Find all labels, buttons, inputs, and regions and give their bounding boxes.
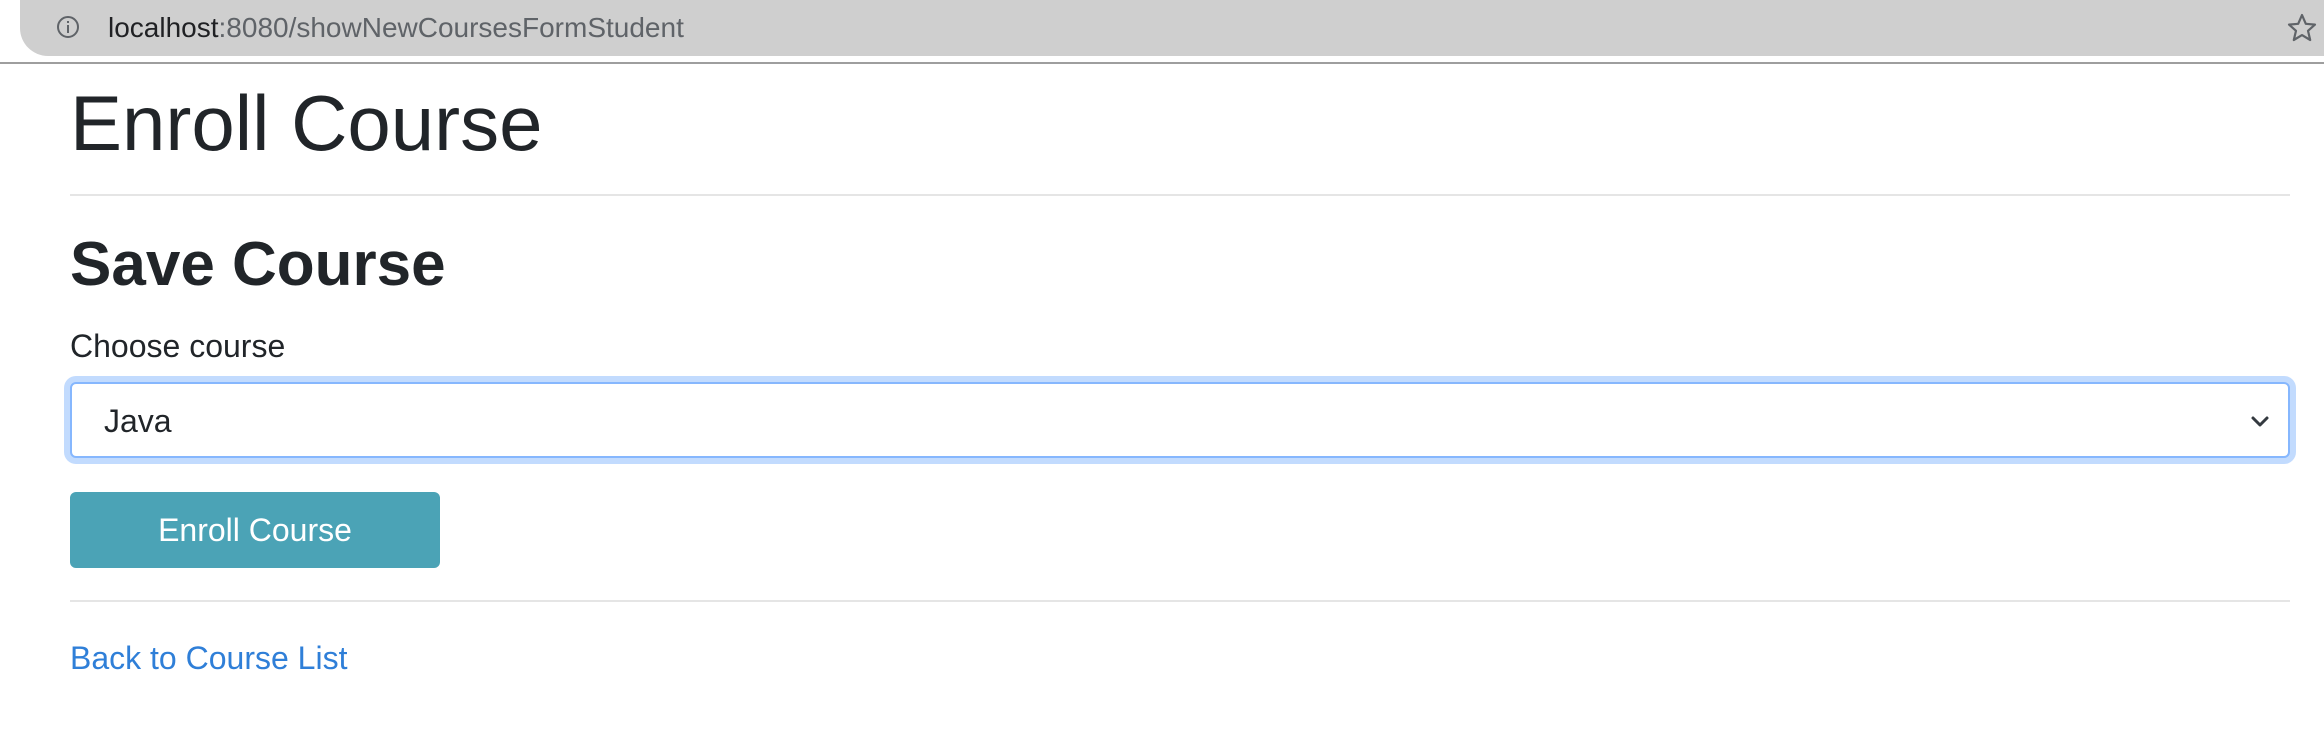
back-to-course-list-link[interactable]: Back to Course List: [70, 638, 347, 678]
course-label: Choose course: [70, 328, 286, 364]
divider: [70, 600, 2290, 602]
divider: [70, 194, 2290, 196]
course-select[interactable]: Java: [70, 382, 2290, 458]
course-select-value: Java: [104, 403, 172, 439]
section-title: Save Course: [70, 230, 446, 299]
star-icon[interactable]: [2286, 12, 2318, 44]
url-path: :8080/showNewCoursesFormStudent: [218, 12, 684, 43]
address-bar[interactable]: localhost:8080/showNewCoursesFormStudent: [20, 0, 2324, 56]
enroll-course-button[interactable]: Enroll Course: [70, 492, 440, 568]
url-host: localhost: [108, 12, 219, 43]
url-text[interactable]: localhost:8080/showNewCoursesFormStudent: [108, 12, 684, 44]
info-icon[interactable]: [56, 15, 80, 39]
page-title: Enroll Course: [70, 79, 543, 167]
browser-toolbar: localhost:8080/showNewCoursesFormStudent: [0, 0, 2324, 64]
chevron-down-icon: [2246, 408, 2274, 436]
